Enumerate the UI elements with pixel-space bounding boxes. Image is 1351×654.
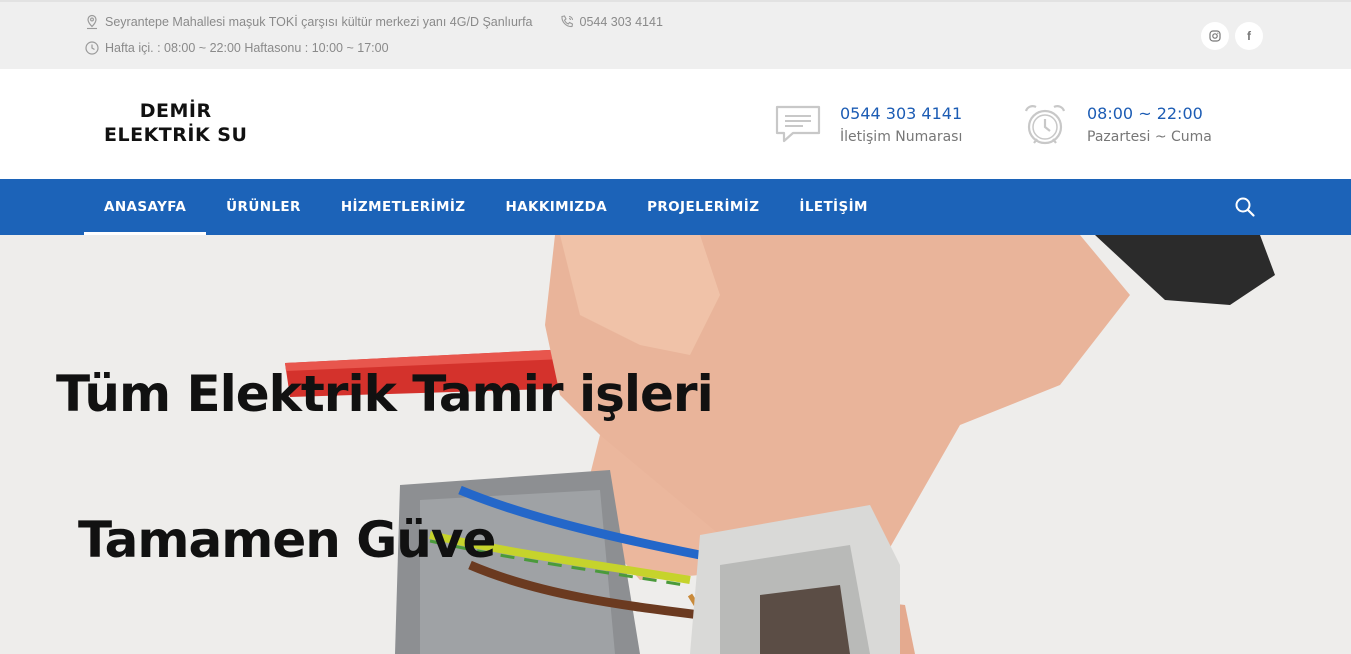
- main-nav: ANASAYFA ÜRÜNLER HİZMETLERİMİZ HAKKIMIZD…: [0, 179, 1351, 235]
- top-bar-row-2: Hafta içi. : 08:00 ~ 22:00 Haftasonu : 1…: [84, 40, 415, 56]
- address: Seyrantepe Mahallesi maşuk TOKİ çarşısı …: [84, 14, 533, 30]
- site-logo[interactable]: DEMİR ELEKTRİK SU: [104, 99, 247, 147]
- working-hours-text: Hafta içi. : 08:00 ~ 22:00 Haftasonu : 1…: [105, 41, 389, 55]
- nav-item-iletisim[interactable]: İLETİŞİM: [779, 179, 887, 235]
- logo-line-1: DEMİR: [139, 100, 212, 122]
- hero-background-image: [0, 235, 1351, 654]
- social-links: f: [1195, 22, 1263, 50]
- nav-item-hakkimizda[interactable]: HAKKIMIZDA: [485, 179, 627, 235]
- phone[interactable]: 0544 303 4141: [559, 14, 663, 30]
- hours-days: Pazartesi ~ Cuma: [1087, 129, 1212, 145]
- hero-headline-1: Tüm Elektrik Tamir işleri: [56, 365, 714, 423]
- top-bar-row-1: Seyrantepe Mahallesi maşuk TOKİ çarşısı …: [84, 14, 689, 30]
- location-pin-icon: [84, 14, 100, 30]
- site-header: DEMİR ELEKTRİK SU 0544 303 4141 İletişim…: [0, 69, 1351, 179]
- search-icon[interactable]: [1234, 196, 1256, 218]
- alarm-clock-icon: [1020, 99, 1070, 149]
- contact-label: İletişim Numarası: [840, 129, 963, 145]
- facebook-icon[interactable]: f: [1235, 22, 1263, 50]
- clock-icon: [84, 40, 100, 56]
- working-hours: Hafta içi. : 08:00 ~ 22:00 Haftasonu : 1…: [84, 40, 389, 56]
- nav-item-hizmetlerimiz[interactable]: HİZMETLERİMİZ: [321, 179, 486, 235]
- address-text: Seyrantepe Mahallesi maşuk TOKİ çarşısı …: [105, 15, 533, 29]
- contact-phone[interactable]: 0544 303 4141: [840, 104, 962, 123]
- nav-item-projelerimiz[interactable]: PROJELERİMİZ: [627, 179, 779, 235]
- chat-icon: [773, 99, 823, 149]
- nav-menu: ANASAYFA ÜRÜNLER HİZMETLERİMİZ HAKKIMIZD…: [84, 179, 888, 235]
- nav-item-anasayfa[interactable]: ANASAYFA: [84, 179, 207, 235]
- hero-slider: Tüm Elektrik Tamir işleri Tamamen Güve: [0, 235, 1351, 654]
- hours-time: 08:00 ~ 22:00: [1087, 104, 1203, 123]
- contact-info: 0544 303 4141 İletişim Numarası: [773, 99, 962, 149]
- phone-icon: [559, 14, 575, 30]
- nav-item-urunler[interactable]: ÜRÜNLER: [206, 179, 321, 235]
- logo-line-2: ELEKTRİK SU: [104, 124, 248, 146]
- hours-info: 08:00 ~ 22:00 Pazartesi ~ Cuma: [1020, 99, 1212, 149]
- instagram-icon[interactable]: [1201, 22, 1229, 50]
- top-bar: Seyrantepe Mahallesi maşuk TOKİ çarşısı …: [0, 0, 1351, 69]
- hero-headline-2: Tamamen Güve: [78, 511, 496, 569]
- phone-text: 0544 303 4141: [579, 15, 663, 29]
